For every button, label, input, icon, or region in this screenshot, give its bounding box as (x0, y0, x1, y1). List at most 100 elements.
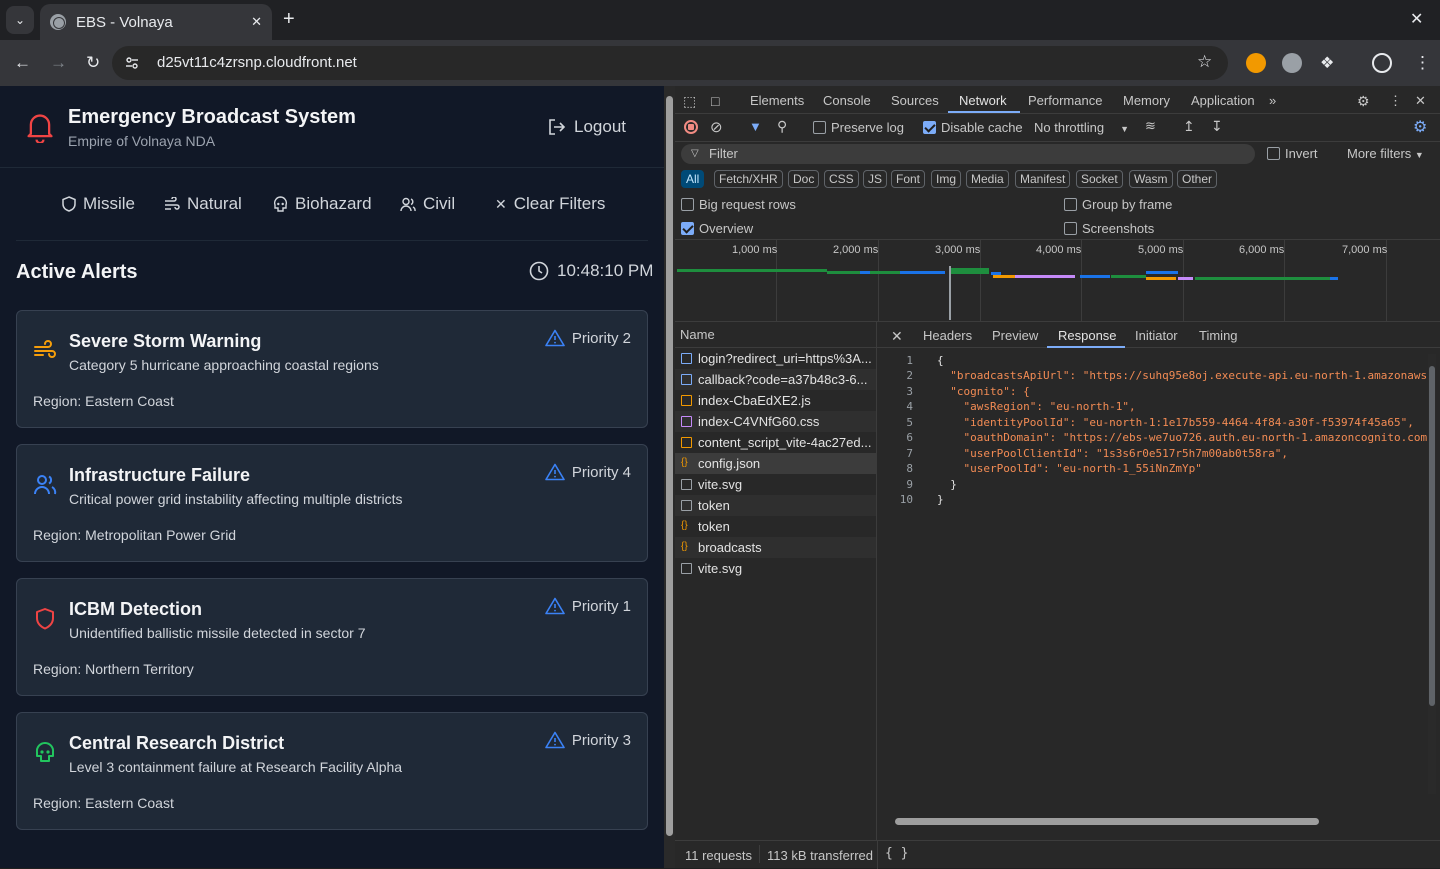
screenshots-checkbox[interactable]: Screenshots (1064, 221, 1154, 236)
alert-card[interactable]: ICBM Detection Unidentified ballistic mi… (16, 578, 648, 696)
bookmark-star-icon[interactable]: ☆ (1197, 52, 1212, 72)
forward-button[interactable]: → (50, 53, 67, 73)
browser-tab[interactable]: EBS - Volnaya ✕ (40, 4, 272, 40)
tab-elements[interactable]: Elements (750, 93, 804, 108)
profile-avatar-icon[interactable] (1372, 53, 1392, 73)
filter-biohazard-button[interactable]: Biohazard (273, 194, 372, 214)
new-tab-button[interactable]: + (283, 8, 295, 31)
extensions-puzzle-icon[interactable]: ❖ (1320, 53, 1334, 73)
throttling-select[interactable]: No throttling ▼ (1034, 120, 1129, 135)
overview-checkbox[interactable]: Overview (681, 221, 753, 236)
alert-description: Critical power grid instability affectin… (69, 491, 403, 507)
address-bar[interactable]: d25vt11c4zrsnp.cloudfront.net ☆ (112, 46, 1228, 80)
network-conditions-icon[interactable]: ≋ (1145, 118, 1156, 134)
type-filter-media[interactable]: Media (966, 170, 1009, 188)
detail-tab-response[interactable]: Response (1058, 328, 1117, 343)
inspect-element-icon[interactable]: ⬚ (683, 93, 696, 110)
shield-icon (62, 196, 76, 212)
type-filter-socket[interactable]: Socket (1076, 170, 1123, 188)
filter-civil-button[interactable]: Civil (400, 194, 455, 214)
detail-tab-initiator[interactable]: Initiator (1135, 328, 1178, 343)
record-stop-icon[interactable] (684, 120, 698, 134)
page-scrollbar[interactable] (664, 86, 675, 868)
tab-sources[interactable]: Sources (891, 93, 939, 108)
reload-button[interactable]: ↻ (86, 53, 100, 73)
request-row[interactable]: content_script_vite-4ac27ed... (675, 432, 876, 453)
tab-console[interactable]: Console (823, 93, 871, 108)
big-request-rows-checkbox[interactable]: Big request rows (681, 197, 796, 212)
clear-icon[interactable]: ⊘ (710, 118, 723, 136)
pretty-print-braces-icon[interactable]: { } (885, 846, 908, 861)
network-settings-gear-icon[interactable]: ⚙ (1413, 117, 1427, 137)
request-row-selected[interactable]: {} config.json (675, 453, 876, 474)
type-filter-doc[interactable]: Doc (788, 170, 820, 188)
extension-icon[interactable] (1246, 53, 1266, 73)
detail-tab-headers[interactable]: Headers (923, 328, 972, 343)
clear-filters-button[interactable]: ✕ Clear Filters (495, 194, 605, 214)
close-devtools-icon[interactable]: ✕ (1415, 93, 1426, 109)
alert-card[interactable]: Central Research District Level 3 contai… (16, 712, 648, 830)
settings-gear-icon[interactable]: ⚙ (1357, 93, 1370, 110)
timeline-bar (951, 268, 989, 274)
detail-tab-preview[interactable]: Preview (992, 328, 1038, 343)
filter-natural-button[interactable]: Natural (164, 194, 242, 214)
filter-missile-button[interactable]: Missile (62, 194, 135, 214)
preserve-log-checkbox[interactable]: Preserve log (813, 120, 904, 135)
device-toolbar-icon[interactable]: □ (711, 93, 719, 109)
filter-input[interactable]: ▽ Filter (681, 144, 1255, 164)
group-by-frame-checkbox[interactable]: Group by frame (1064, 197, 1172, 212)
request-row[interactable]: callback?code=a37b48c3-6... (675, 369, 876, 390)
import-har-icon[interactable]: ↥ (1183, 118, 1195, 135)
scrollbar-thumb[interactable] (666, 96, 673, 836)
scrollbar-thumb[interactable] (895, 818, 1319, 825)
type-filter-css[interactable]: CSS (824, 170, 859, 188)
close-detail-icon[interactable]: ✕ (891, 328, 903, 345)
alert-card[interactable]: Infrastructure Failure Critical power gr… (16, 444, 648, 562)
more-tabs-icon[interactable]: » (1269, 93, 1276, 108)
request-row[interactable]: {} token (675, 516, 876, 537)
line-number: 3 (906, 385, 913, 398)
request-row[interactable]: index-CbaEdXE2.js (675, 390, 876, 411)
type-filter-wasm[interactable]: Wasm (1129, 170, 1173, 188)
export-har-icon[interactable]: ↧ (1211, 118, 1223, 135)
tab-network[interactable]: Network (959, 93, 1007, 108)
back-button[interactable]: ← (14, 53, 31, 73)
request-row[interactable]: login?redirect_uri=https%3A... (675, 348, 876, 369)
type-filter-all[interactable]: All (681, 170, 705, 188)
search-icon[interactable]: ⚲ (777, 118, 787, 135)
site-info-icon[interactable] (124, 55, 140, 71)
response-viewer[interactable]: 1 2 3 4 5 6 7 8 9 10 { "broadcastsApiUrl… (877, 350, 1427, 816)
code-horizontal-scrollbar[interactable] (883, 816, 1423, 826)
tab-memory[interactable]: Memory (1123, 93, 1170, 108)
type-filter-fetch-xhr[interactable]: Fetch/XHR (714, 170, 783, 188)
invert-checkbox[interactable]: Invert (1267, 146, 1318, 161)
request-row[interactable]: {} broadcasts (675, 537, 876, 558)
close-tab-icon[interactable]: ✕ (251, 14, 262, 30)
tab-performance[interactable]: Performance (1028, 93, 1102, 108)
disable-cache-checkbox[interactable]: Disable cache (923, 120, 1023, 135)
request-row[interactable]: token (675, 495, 876, 516)
window-close-button[interactable]: ✕ (1410, 9, 1423, 29)
detail-tab-timing[interactable]: Timing (1199, 328, 1238, 343)
tab-application[interactable]: Application (1191, 93, 1255, 108)
code-vertical-scrollbar[interactable] (1428, 354, 1436, 794)
more-filters-button[interactable]: More filters ▼ (1347, 146, 1424, 161)
network-overview-timeline[interactable]: 1,000 ms 2,000 ms 3,000 ms 4,000 ms 5,00… (675, 240, 1440, 322)
type-filter-manifest[interactable]: Manifest (1015, 170, 1071, 188)
name-column-header[interactable]: Name (675, 322, 876, 348)
extension-icon-2[interactable] (1282, 53, 1302, 73)
scrollbar-thumb[interactable] (1429, 366, 1435, 706)
type-filter-js[interactable]: JS (863, 170, 888, 188)
request-row[interactable]: vite.svg (675, 474, 876, 495)
type-filter-other[interactable]: Other (1177, 170, 1218, 188)
request-row[interactable]: index-C4VNfG60.css (675, 411, 876, 432)
tab-search-button[interactable]: ⌄ (6, 6, 34, 34)
devtools-menu-icon[interactable]: ⋮ (1389, 93, 1402, 109)
filter-funnel-icon[interactable]: ▼ (749, 119, 762, 134)
alert-card[interactable]: Severe Storm Warning Category 5 hurrican… (16, 310, 648, 428)
type-filter-font[interactable]: Font (891, 170, 926, 188)
type-filter-img[interactable]: Img (931, 170, 962, 188)
request-row[interactable]: vite.svg (675, 558, 876, 579)
logout-button[interactable]: Logout (548, 117, 626, 137)
browser-menu-icon[interactable]: ⋮ (1414, 53, 1431, 73)
